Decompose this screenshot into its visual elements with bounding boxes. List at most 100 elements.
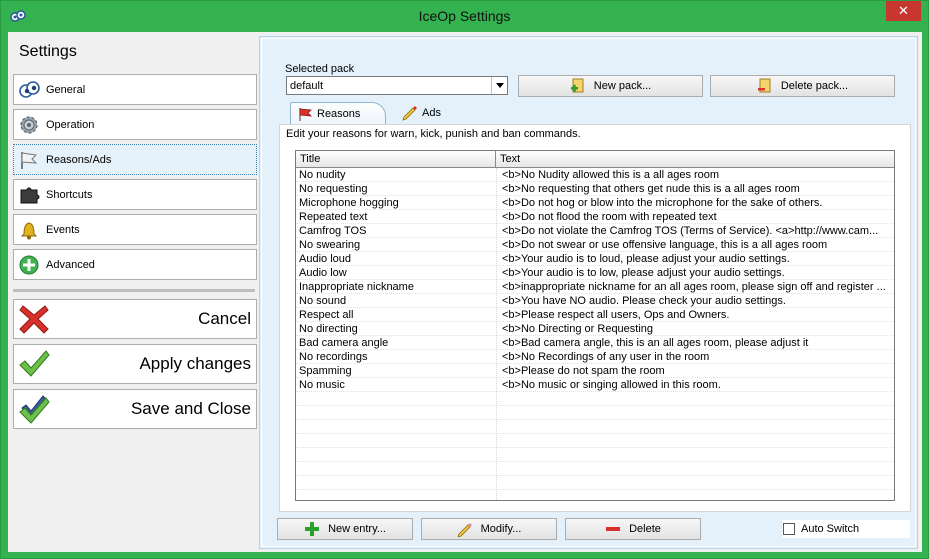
empty-table-row <box>296 406 894 420</box>
tab-ads-label: Ads <box>422 107 441 119</box>
sidebar-item-label: Operation <box>46 118 95 131</box>
sidebar-item-operation[interactable]: Operation <box>13 109 257 140</box>
table-row[interactable]: Microphone hogging <b>Do not hog or blow … <box>296 196 894 210</box>
reason-text-cell: <b>You have NO audio. Please check your … <box>502 295 786 307</box>
sidebar-item-label: Shortcuts <box>46 188 93 201</box>
delete-document-icon <box>757 78 773 94</box>
new-pack-button[interactable]: New pack... <box>518 75 703 97</box>
save-and-close-label: Save and Close <box>130 399 251 418</box>
table-row[interactable]: Camfrog TOS <b>Do not violate the Camfrog… <box>296 224 894 238</box>
reason-text-cell: <b>No music or singing allowed in this r… <box>502 379 721 391</box>
empty-table-row <box>296 448 894 462</box>
table-row[interactable]: No directing <b>No Directing or Requestin… <box>296 322 894 336</box>
cancel-label: Cancel <box>198 309 251 328</box>
new-pack-label: New pack... <box>593 80 652 92</box>
new-entry-label: New entry... <box>328 523 386 535</box>
table-row[interactable]: No recordings <b>No Recordings of any use… <box>296 350 894 364</box>
tab-reasons[interactable]: Reasons <box>290 102 386 124</box>
reason-text-cell: <b>Do not hog or blow into the microphon… <box>502 197 823 209</box>
table-row[interactable]: Audio loud <b>Your audio is to loud, plea… <box>296 252 894 266</box>
reason-title-cell: Respect all <box>299 309 354 321</box>
modify-label: Modify... <box>480 523 522 535</box>
table-row[interactable]: Audio low <b>Your audio is to low, please… <box>296 266 894 280</box>
column-header-title[interactable]: Title <box>296 151 496 168</box>
auto-switch-checkbox[interactable]: Auto Switch <box>782 520 910 538</box>
gear-icon <box>17 113 41 137</box>
client-area: Settings General Operation Reasons/Ads S… <box>8 32 922 552</box>
selected-pack-label: Selected pack <box>285 63 355 75</box>
empty-table-row <box>296 420 894 434</box>
title-bar[interactable]: IceOp Settings ✕ <box>1 1 928 31</box>
pack-select[interactable]: default <box>286 76 508 95</box>
chevron-down-icon[interactable] <box>491 77 507 94</box>
table-row[interactable]: No swearing <b>Do not swear or use offens… <box>296 238 894 252</box>
sidebar-item-general[interactable]: General <box>13 74 257 105</box>
reason-title-cell: No music <box>299 379 345 391</box>
pencil-icon <box>457 521 473 537</box>
plus-circle-icon <box>17 253 41 277</box>
reason-text-cell: <b>Please do not spam the room <box>502 365 665 377</box>
tab-reasons-label: Reasons <box>317 107 361 120</box>
empty-table-row <box>296 434 894 448</box>
reason-title-cell: Spamming <box>299 365 352 377</box>
sidebar-item-reasons-ads[interactable]: Reasons/Ads <box>13 144 257 175</box>
reason-text-cell: <b>Do not flood the room with repeated t… <box>502 211 717 223</box>
table-row[interactable]: No sound <b>You have NO audio. Please che… <box>296 294 894 308</box>
flag-icon <box>17 148 41 172</box>
pencil-ruler-icon <box>402 105 418 121</box>
empty-table-row <box>296 392 894 406</box>
apply-changes-button[interactable]: Apply changes <box>13 344 257 384</box>
reason-title-cell: No nudity <box>299 169 346 181</box>
reason-text-cell: <b>No requesting that others get nude th… <box>502 183 800 195</box>
reason-title-cell: Repeated text <box>299 211 368 223</box>
reason-title-cell: Inappropriate nickname <box>299 281 414 293</box>
reason-text-cell: <b>Do not violate the Camfrog TOS (Terms… <box>502 225 879 237</box>
close-icon: ✕ <box>898 3 909 18</box>
table-body: No nudity <b>No Nudity allowed this is a … <box>296 168 894 500</box>
empty-table-row <box>296 476 894 490</box>
plus-icon <box>304 521 320 537</box>
table-row[interactable]: Respect all <b>Please respect all users, … <box>296 308 894 322</box>
delete-pack-label: Delete pack... <box>780 80 849 92</box>
table-row[interactable]: Repeated text <b>Do not flood the room wi… <box>296 210 894 224</box>
double-checkmark-icon <box>17 392 51 426</box>
reason-text-cell: <b>Bad camera angle, this is an all ages… <box>502 337 809 349</box>
reasons-help-text: Edit your reasons for warn, kick, punish… <box>286 128 581 140</box>
reason-text-cell: <b>Please respect all users, Ops and Own… <box>502 309 730 321</box>
empty-table-row <box>296 462 894 476</box>
sidebar-item-label: Events <box>46 223 80 236</box>
reasons-table[interactable]: Title Text No nudity <b>No Nudity allowed… <box>295 150 895 501</box>
cancel-button[interactable]: Cancel <box>13 299 257 339</box>
sidebar-item-label: General <box>46 83 86 96</box>
panel-inner: Selected pack default New pack... Delete… <box>261 38 916 547</box>
puzzle-icon <box>17 183 41 207</box>
new-entry-button[interactable]: New entry... <box>277 518 413 540</box>
reason-text-cell: <b>Your audio is to low, please adjust y… <box>502 267 785 279</box>
checkbox-box[interactable] <box>783 523 795 535</box>
reason-title-cell: No directing <box>299 323 358 335</box>
tab-ads[interactable]: Ads <box>396 102 456 124</box>
reason-text-cell: <b>No Recordings of any user in the room <box>502 351 710 363</box>
app-icon <box>10 8 26 24</box>
table-row[interactable]: No nudity <b>No Nudity allowed this is a … <box>296 168 894 182</box>
table-row[interactable]: Bad camera angle <b>Bad camera angle, thi… <box>296 336 894 350</box>
save-and-close-button[interactable]: Save and Close <box>13 389 257 429</box>
delete-pack-button[interactable]: Delete pack... <box>710 75 895 97</box>
table-row[interactable]: Inappropriate nickname <b>inappropriate n… <box>296 280 894 294</box>
table-row[interactable]: No music <b>No music or singing allowed i… <box>296 378 894 392</box>
modify-button[interactable]: Modify... <box>421 518 557 540</box>
reason-title-cell: Audio low <box>299 267 347 279</box>
close-button[interactable]: ✕ <box>886 1 921 21</box>
sidebar-item-shortcuts[interactable]: Shortcuts <box>13 179 257 210</box>
sidebar-item-advanced[interactable]: Advanced <box>13 249 257 280</box>
column-header-text[interactable]: Text <box>496 151 894 168</box>
delete-button[interactable]: Delete <box>565 518 701 540</box>
sidebar-item-events[interactable]: Events <box>13 214 257 245</box>
delete-label: Delete <box>629 523 661 535</box>
reason-title-cell: No sound <box>299 295 347 307</box>
table-row[interactable]: Spamming <b>Please do not spam the room <box>296 364 894 378</box>
new-document-icon <box>570 78 586 94</box>
reasons-ads-panel: Selected pack default New pack... Delete… <box>259 36 918 549</box>
sidebar-title: Settings <box>19 43 77 60</box>
table-row[interactable]: No requesting <b>No requesting that other… <box>296 182 894 196</box>
